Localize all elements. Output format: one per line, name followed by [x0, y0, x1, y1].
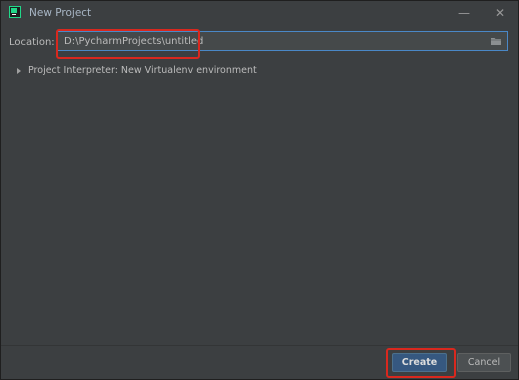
new-project-dialog: New Project — ✕ Location: Project Interp… [0, 0, 519, 380]
pycharm-logo-icon [9, 6, 21, 18]
location-label: Location: [9, 37, 55, 48]
create-button[interactable]: Create [392, 353, 447, 372]
location-input[interactable] [57, 31, 508, 51]
folder-icon[interactable] [491, 37, 501, 45]
interpreter-label: Project Interpreter: New Virtualenv envi… [28, 65, 257, 76]
dialog-title: New Project [29, 7, 92, 19]
interpreter-section-toggle[interactable]: Project Interpreter: New Virtualenv envi… [17, 65, 257, 79]
chevron-right-icon [17, 67, 21, 74]
title-bar: New Project — ✕ [1, 1, 518, 25]
footer-divider [1, 345, 518, 346]
close-icon[interactable]: ✕ [490, 4, 510, 22]
cancel-button[interactable]: Cancel [457, 353, 511, 372]
minimize-icon[interactable]: — [454, 4, 474, 22]
